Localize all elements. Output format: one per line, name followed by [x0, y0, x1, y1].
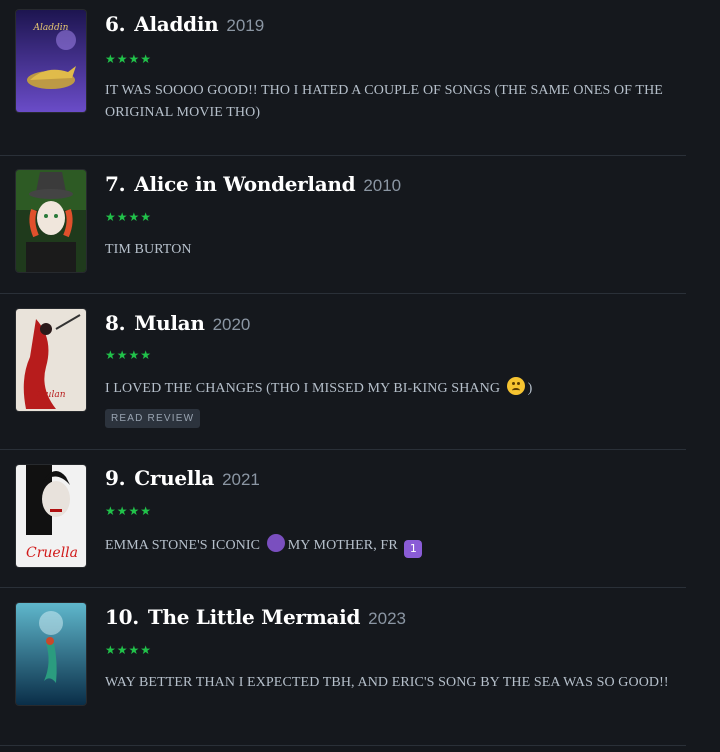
read-review-button[interactable]: READ REVIEW	[105, 409, 201, 428]
poster-title-text: Aladdin	[33, 23, 69, 33]
review-text: TIM BURTON	[105, 242, 192, 257]
star-rating: ★★★★	[105, 348, 153, 362]
release-year-link[interactable]: 2019	[226, 16, 264, 36]
movie-title-link[interactable]: Mulan	[134, 311, 205, 335]
movie-title-link[interactable]: Alice in Wonderland	[134, 172, 355, 196]
rank-number: 7.	[105, 172, 126, 196]
poster-alice-in-wonderland[interactable]	[16, 170, 86, 272]
poster-aladdin[interactable]: Aladdin	[16, 10, 86, 112]
rank-number: 10.	[105, 605, 139, 629]
rank-number: 9.	[105, 466, 126, 490]
poster-mulan[interactable]: Mulan	[16, 309, 86, 411]
movie-title-link[interactable]: Aladdin	[134, 12, 218, 36]
star-rating: ★★★★	[105, 210, 153, 224]
review-text: WAY BETTER THAN I EXPECTED TBH, AND ERIC…	[105, 675, 669, 690]
release-year-link[interactable]: 2020	[213, 315, 251, 335]
list-item: 7. Alice in Wonderland 2010 ★★★★ TIM BUR…	[0, 155, 686, 294]
list-item: 10. The Little Mermaid 2023 ★★★★ WAY BET…	[0, 587, 686, 746]
title-row: 7. Alice in Wonderland 2010	[105, 172, 401, 196]
star-rating: ★★★★	[105, 52, 153, 66]
frowning-face-icon	[506, 377, 525, 395]
review-text: IT WAS SOOOO GOOD!! THO I HATED A COUPLE…	[105, 83, 663, 120]
star-rating: ★★★★	[105, 504, 153, 518]
review-text-part: MY MOTHER, FR	[287, 538, 398, 553]
list-item: Cruella 9. Cruella 2021 ★★★★ EMMA STONE'…	[0, 449, 686, 588]
star-rating: ★★★★	[105, 643, 153, 657]
keycap-one-icon: 1	[404, 540, 423, 558]
rank-number: 6.	[105, 12, 126, 36]
title-row: 8. Mulan 2020	[105, 311, 250, 335]
poster-the-little-mermaid[interactable]	[16, 603, 86, 705]
movie-title-link[interactable]: Cruella	[134, 466, 214, 490]
review-text: I LOVED THE CHANGES (THO I MISSED MY BI-…	[105, 377, 680, 400]
release-year-link[interactable]: 2023	[368, 609, 406, 629]
review-text-part: EMMA STONE'S ICONIC	[105, 538, 261, 553]
title-row: 6. Aladdin 2019	[105, 12, 264, 36]
movie-title-link[interactable]: The Little Mermaid	[148, 605, 361, 629]
title-row: 10. The Little Mermaid 2023	[105, 605, 406, 629]
review-text-part: )	[527, 381, 533, 396]
title-row: 9. Cruella 2021	[105, 466, 260, 490]
rank-number: 8.	[105, 311, 126, 335]
poster-title-text: Cruella	[26, 545, 78, 561]
release-year-link[interactable]: 2010	[363, 176, 401, 196]
review-text-part: I LOVED THE CHANGES (THO I MISSED MY BI-…	[105, 381, 501, 396]
release-year-link[interactable]: 2021	[222, 470, 260, 490]
fairy-emoji-icon	[266, 534, 285, 552]
poster-cruella[interactable]: Cruella	[16, 465, 86, 567]
poster-title-text: Mulan	[35, 390, 65, 400]
list-item: Aladdin 6. Aladdin 2019 ★★★★ IT WAS SOOO…	[0, 0, 686, 156]
list-item: Mulan 8. Mulan 2020 ★★★★ I LOVED THE CHA…	[0, 293, 686, 450]
review-text: EMMA STONE'S ICONIC MY MOTHER, FR 1	[105, 534, 680, 558]
